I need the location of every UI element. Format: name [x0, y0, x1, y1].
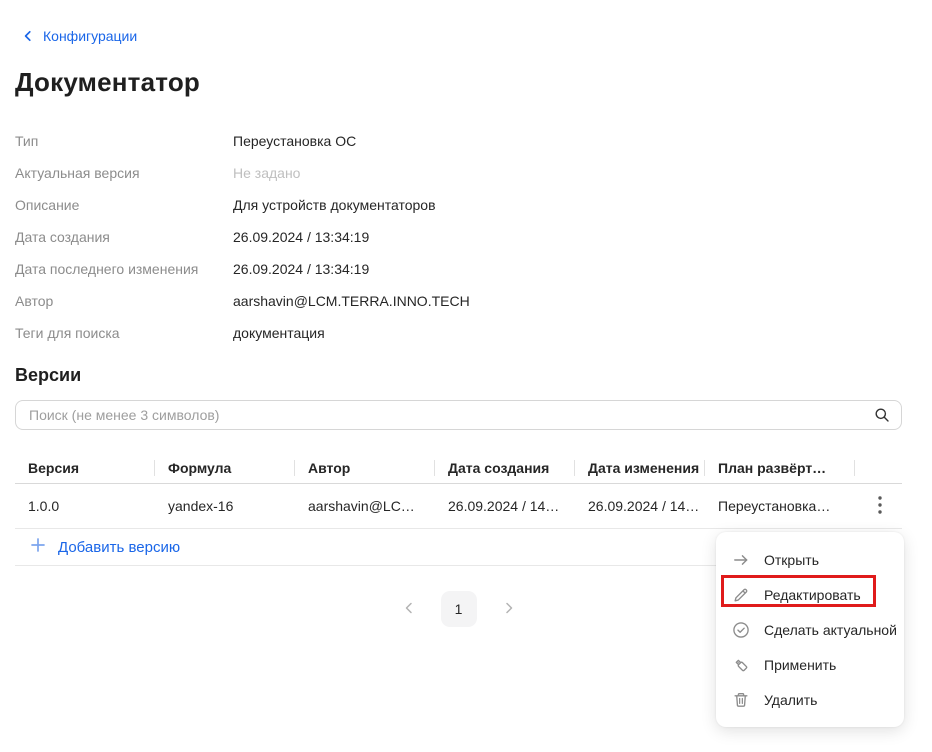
detail-label: Дата последнего изменения — [15, 261, 233, 277]
cell-version: 1.0.0 — [15, 498, 155, 514]
plus-icon — [30, 537, 46, 557]
chevron-left-icon — [402, 601, 416, 618]
trash-icon — [732, 691, 750, 709]
usb-drive-icon — [732, 656, 750, 674]
menu-item-edit[interactable]: Редактировать — [716, 577, 904, 612]
add-version-label: Добавить версию — [58, 539, 180, 556]
configuration-detail-page: Конфигурации Документатор Тип Переустано… — [0, 0, 932, 752]
arrow-right-icon — [732, 551, 750, 569]
pencil-icon — [732, 586, 750, 604]
column-header-formula[interactable]: Формула — [155, 460, 295, 476]
detail-value: Не задано — [233, 165, 300, 181]
menu-item-label: Сделать актуальной — [764, 622, 897, 638]
row-actions-button[interactable] — [868, 494, 892, 518]
cell-formula: yandex-16 — [155, 498, 295, 514]
detail-row-modified-date: Дата последнего изменения 26.09.2024 / 1… — [15, 253, 932, 285]
pagination-page-1-button[interactable]: 1 — [441, 591, 477, 627]
pagination-next-button[interactable] — [493, 593, 525, 625]
pagination-prev-button[interactable] — [393, 593, 425, 625]
detail-label: Теги для поиска — [15, 325, 233, 341]
page-title: Документатор — [15, 67, 932, 98]
cell-author: aarshavin@LC… — [295, 498, 435, 514]
versions-search — [15, 400, 902, 430]
detail-label: Дата создания — [15, 229, 233, 245]
detail-value: 26.09.2024 / 13:34:19 — [233, 229, 369, 245]
column-header-version[interactable]: Версия — [15, 460, 155, 476]
versions-section-heading: Версии — [15, 365, 932, 386]
detail-value: aarshavin@LCM.TERRA.INNO.TECH — [233, 293, 470, 309]
detail-row-tags: Теги для поиска документация — [15, 317, 932, 349]
table-header-row: Версия Формула Автор Дата создания Дата … — [15, 452, 902, 484]
details-list: Тип Переустановка ОС Актуальная версия Н… — [15, 125, 932, 349]
breadcrumb-label: Конфигурации — [43, 28, 137, 44]
menu-item-label: Удалить — [764, 692, 817, 708]
row-context-menu: Открыть Редактировать Сделать актуальной… — [716, 532, 904, 727]
column-header-modified[interactable]: Дата изменения — [575, 460, 705, 476]
menu-item-make-actual[interactable]: Сделать актуальной — [716, 612, 904, 647]
cell-created: 26.09.2024 / 14… — [435, 498, 575, 514]
detail-label: Автор — [15, 293, 233, 309]
detail-value: Переустановка ОС — [233, 133, 356, 149]
menu-item-delete[interactable]: Удалить — [716, 682, 904, 717]
menu-item-label: Применить — [764, 657, 836, 673]
column-header-created[interactable]: Дата создания — [435, 460, 575, 476]
breadcrumb-back-link[interactable]: Конфигурации — [22, 28, 137, 44]
chevron-right-icon — [502, 601, 516, 618]
table-row[interactable]: 1.0.0 yandex-16 aarshavin@LC… 26.09.2024… — [15, 484, 902, 529]
menu-item-label: Редактировать — [764, 587, 861, 603]
column-header-author[interactable]: Автор — [295, 460, 435, 476]
search-input[interactable] — [15, 400, 902, 430]
detail-label: Тип — [15, 133, 233, 149]
add-version-button[interactable]: Добавить версию — [30, 537, 180, 557]
detail-value: 26.09.2024 / 13:34:19 — [233, 261, 369, 277]
menu-item-label: Открыть — [764, 552, 819, 568]
detail-label: Актуальная версия — [15, 165, 233, 181]
detail-row-description: Описание Для устройств документаторов — [15, 189, 932, 221]
cell-deploy-plan: Переустановка… — [705, 498, 855, 514]
detail-value: Для устройств документаторов — [233, 197, 436, 213]
detail-row-actual-version: Актуальная версия Не задано — [15, 157, 932, 189]
menu-item-apply[interactable]: Применить — [716, 647, 904, 682]
check-circle-icon — [732, 621, 750, 639]
detail-value: документация — [233, 325, 325, 341]
column-header-deploy-plan[interactable]: План развёрт… — [705, 460, 855, 476]
chevron-left-icon — [22, 30, 34, 42]
menu-item-open[interactable]: Открыть — [716, 542, 904, 577]
search-icon[interactable] — [874, 407, 890, 426]
cell-actions — [855, 494, 902, 518]
kebab-menu-icon — [872, 494, 888, 518]
detail-label: Описание — [15, 197, 233, 213]
cell-modified: 26.09.2024 / 14… — [575, 498, 705, 514]
detail-row-type: Тип Переустановка ОС — [15, 125, 932, 157]
detail-row-created-date: Дата создания 26.09.2024 / 13:34:19 — [15, 221, 932, 253]
detail-row-author: Автор aarshavin@LCM.TERRA.INNO.TECH — [15, 285, 932, 317]
